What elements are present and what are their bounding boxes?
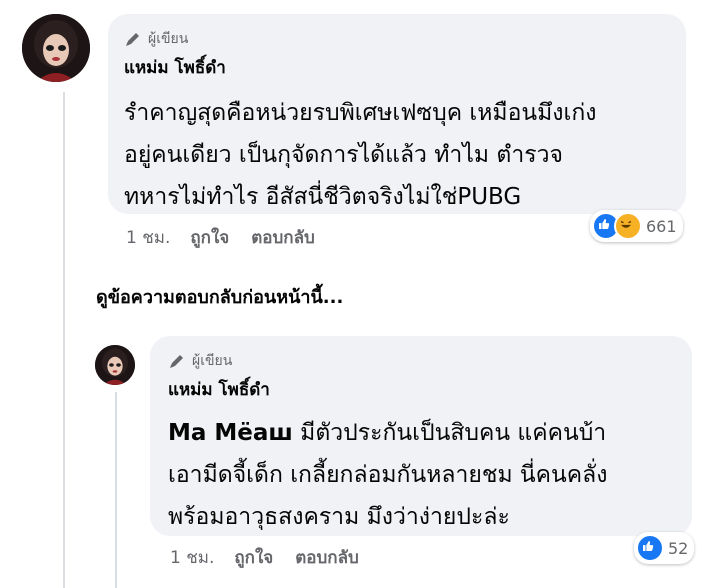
reply-button[interactable]: ตอบกลับ [295, 544, 359, 571]
like-reaction-icon [636, 534, 664, 562]
reactions-summary[interactable]: 661 [590, 210, 683, 242]
haha-reaction-icon [614, 212, 642, 240]
comment-actions: 1 ชม. ถูกใจ ตอบกลับ [126, 224, 315, 251]
avatar[interactable] [95, 345, 135, 385]
comment-bubble: ผู้เขียน แหม่ม โพธิ์ดำ Ma Mëaш มีตัวประก… [150, 336, 692, 536]
view-previous-replies-link[interactable]: ดูข้อความตอบกลับก่อนหน้านี้... [96, 282, 343, 311]
author-name[interactable]: แหม่ม โพธิ์ดำ [124, 54, 226, 81]
reaction-count: 661 [646, 216, 677, 236]
pen-icon [168, 352, 186, 370]
reactions-summary[interactable]: 52 [634, 532, 695, 564]
thread-line-reply [115, 392, 117, 588]
avatar[interactable] [22, 14, 90, 82]
comment-text: Ma Mëaш มีตัวประกันเป็นสิบคน แค่คนบ้า เอ… [168, 420, 608, 530]
author-badge: ผู้เขียน [124, 28, 226, 50]
author-badge: ผู้เขียน [168, 350, 270, 372]
mention-link[interactable]: Ma Mëaш [168, 420, 293, 446]
pen-icon [124, 30, 142, 48]
timestamp[interactable]: 1 ชม. [170, 544, 214, 571]
badge-label: ผู้เขียน [192, 353, 233, 369]
thread-line [63, 92, 65, 588]
author-name[interactable]: แหม่ม โพธิ์ดำ [168, 376, 270, 403]
badge-label: ผู้เขียน [148, 31, 189, 47]
reaction-count: 52 [668, 538, 689, 558]
like-button[interactable]: ถูกใจ [234, 544, 273, 571]
timestamp[interactable]: 1 ชม. [126, 224, 170, 251]
comment-bubble: ผู้เขียน แหม่ม โพธิ์ดำ รำคาญสุดคือหน่วยร… [108, 14, 686, 214]
like-button[interactable]: ถูกใจ [190, 224, 229, 251]
comment-actions: 1 ชม. ถูกใจ ตอบกลับ [170, 544, 359, 571]
comment-text: รำคาญสุดคือหน่วยรบพิเศษเฟซบุค เหมือนมึงเ… [124, 100, 597, 210]
reply-button[interactable]: ตอบกลับ [251, 224, 315, 251]
